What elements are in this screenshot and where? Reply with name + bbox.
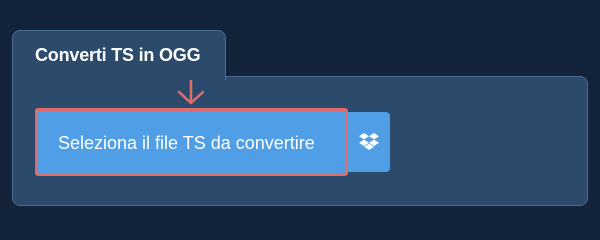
tab-title: Converti TS in OGG — [35, 45, 201, 65]
dropbox-icon — [359, 133, 379, 150]
select-file-label: Seleziona il file TS da convertire — [58, 133, 315, 153]
dropbox-button[interactable] — [348, 112, 390, 172]
converter-tab: Converti TS in OGG — [12, 30, 226, 80]
select-file-button[interactable]: Seleziona il file TS da convertire — [35, 108, 348, 176]
arrow-down-icon — [177, 80, 205, 105]
tab-connector — [13, 74, 225, 78]
